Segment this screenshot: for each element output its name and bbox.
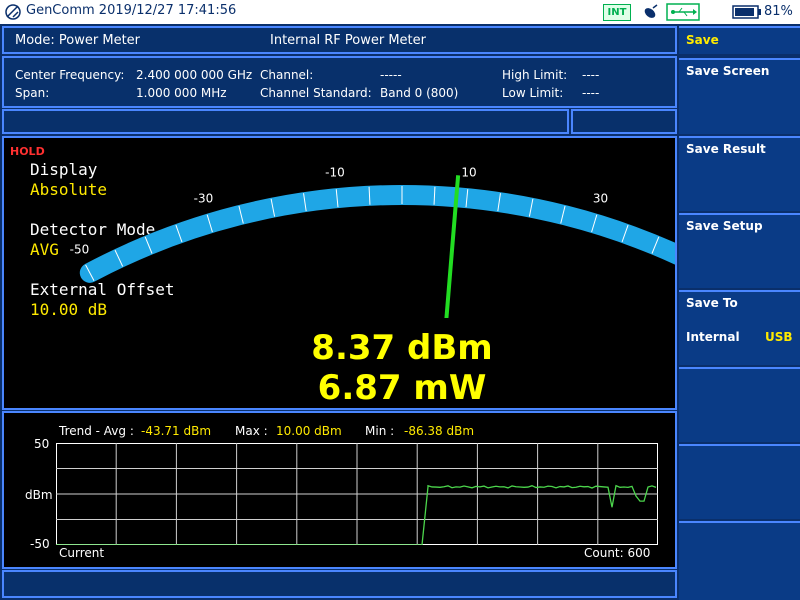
gauge-scale-label: 10 [461, 165, 476, 179]
satellite-icon [644, 4, 658, 18]
save-setup-button[interactable]: Save Setup [679, 213, 800, 288]
trend-x-start: Current [59, 546, 105, 560]
channel-value: ----- [380, 68, 402, 82]
int-badge: INT [603, 4, 631, 21]
bottom-bar [2, 570, 677, 598]
span-label: Span: [15, 86, 50, 100]
trend-max-label: Max : [235, 424, 268, 438]
trend-y-top: 50 [34, 437, 50, 451]
battery-icon [732, 5, 761, 19]
high-limit-value: ---- [582, 68, 600, 82]
trend-avg-label: Trend - Avg : [59, 424, 134, 438]
gauge-scale-label: -30 [194, 191, 214, 205]
softkey-empty-7[interactable] [679, 444, 800, 519]
save-to-internal: Internal [686, 330, 740, 344]
channel-label: Channel: [260, 68, 314, 82]
trend-y-unit: dBm [25, 488, 53, 502]
softkey-empty-8[interactable] [679, 521, 800, 600]
menu-title: Save [686, 33, 719, 47]
reading-dbm: 8.37 dBm [311, 328, 493, 368]
span-value: 1.000 000 MHz [136, 86, 227, 100]
app-title: GenComm 2019/12/27 17:41:56 [26, 3, 237, 18]
low-limit-value: ---- [582, 86, 600, 100]
trend-min-value: -86.38 dBm [404, 424, 475, 438]
power-meter-display: HOLD Display Absolute Detector Mode AVG … [2, 136, 677, 410]
save-screen-label: Save Screen [686, 64, 770, 78]
center-frequency-value: 2.400 000 000 GHz [136, 68, 253, 82]
trend-graph [56, 443, 658, 545]
mode-header: Mode: Power Meter Internal RF Power Mete… [2, 26, 677, 54]
mode-subtitle: Internal RF Power Meter [270, 33, 426, 48]
save-setup-label: Save Setup [686, 219, 763, 233]
message-bar [2, 109, 569, 134]
softkey-empty-6[interactable] [679, 367, 800, 442]
trend-avg-value: -43.71 dBm [141, 424, 212, 438]
save-to-usb: USB [765, 330, 793, 344]
softkey-menu-title: Save [679, 26, 800, 54]
save-screen-button[interactable]: Save Screen [679, 58, 800, 134]
gauge-arc [79, 185, 675, 283]
analog-gauge: -50-30-10103050 [70, 165, 675, 318]
trend-min-label: Min : [365, 424, 395, 438]
save-result-label: Save Result [686, 142, 766, 156]
gauge-scale-label: 30 [593, 191, 608, 205]
trend-panel: Trend - Avg : -43.71 dBm Max : 10.00 dBm… [2, 411, 677, 569]
status-bar: GenComm 2019/12/27 17:41:56 INT 81% [0, 0, 800, 24]
trend-count: Count: 600 [584, 546, 651, 560]
trend-trace [56, 484, 657, 545]
parameter-panel: Center Frequency: 2.400 000 000 GHz Span… [2, 56, 677, 108]
channel-standard-label: Channel Standard: [260, 86, 372, 100]
save-to-label: Save To [686, 296, 738, 310]
trend-y-bottom: -50 [30, 537, 50, 551]
gauge-scale-label: -50 [70, 242, 90, 256]
mode-label: Mode: Power Meter [15, 33, 141, 48]
usb-icon [666, 3, 700, 21]
trend-max-value: 10.00 dBm [276, 424, 342, 438]
battery-percent: 81% [764, 4, 793, 19]
gauge-scale-label: -10 [325, 165, 345, 179]
save-result-button[interactable]: Save Result [679, 136, 800, 211]
channel-standard-value: Band 0 (800) [380, 86, 459, 100]
save-to-toggle[interactable]: Save To Internal USB [679, 290, 800, 365]
high-limit-label: High Limit: [502, 68, 568, 82]
gencomm-logo-icon [5, 4, 21, 20]
low-limit-label: Low Limit: [502, 86, 564, 100]
message-bar-right [571, 109, 677, 134]
center-frequency-label: Center Frequency: [15, 68, 125, 82]
reading-mw: 6.87 mW [317, 368, 487, 408]
